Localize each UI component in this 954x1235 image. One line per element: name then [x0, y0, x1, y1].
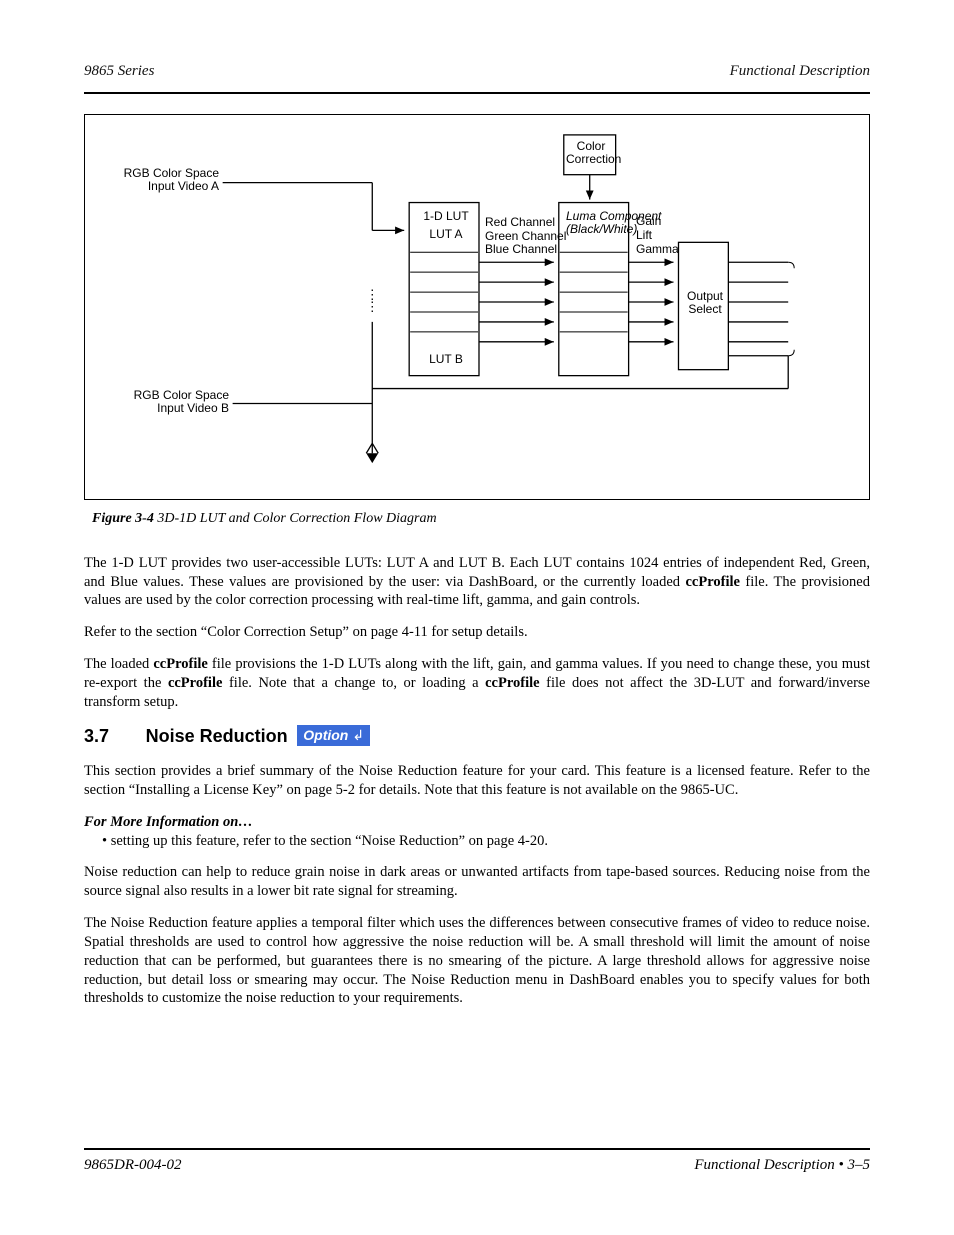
- para-3: The loaded ccProfile file provisions the…: [84, 655, 870, 712]
- page-header: 9865 Series Functional Description: [84, 62, 870, 94]
- label-lut-b: LUT B: [416, 353, 476, 366]
- page-footer: 9865DR-004-02 Functional Description • 3…: [84, 1148, 870, 1176]
- header-left: 9865 Series: [84, 62, 154, 82]
- header-right: Functional Description: [730, 62, 870, 82]
- sec-bullet: • setting up this feature, refer to the …: [102, 832, 870, 851]
- for-more-info: For More Information on…: [84, 813, 870, 832]
- label-output-select: Output Select: [681, 290, 729, 316]
- label-green: Green Channel: [485, 230, 566, 243]
- sec-para-4: The Noise Reduction feature applies a te…: [84, 914, 870, 1008]
- option-label: Option: [303, 727, 348, 743]
- svg-text:⋮: ⋮: [366, 298, 379, 313]
- figure-3-4-diagram: ⋮ ⋮: [84, 114, 870, 500]
- label-lift: Lift: [636, 229, 652, 242]
- footer-left: 9865DR-004-02: [84, 1156, 182, 1176]
- sec-para-3: Noise reduction can help to reduce grain…: [84, 863, 870, 901]
- label-gamma: Gamma: [636, 243, 679, 256]
- label-input-b: RGB Color Space Input Video B: [97, 389, 229, 415]
- option-badge: Option↲: [297, 725, 370, 746]
- label-1d-lut: 1-D LUT: [416, 210, 476, 223]
- label-blue: Blue Channel: [485, 243, 557, 256]
- para-2: Refer to the section “Color Correction S…: [84, 623, 870, 642]
- figure-number: Figure 3-4: [92, 511, 154, 526]
- label-input-a: RGB Color Space Input Video A: [97, 167, 219, 193]
- label-lut-a: LUT A: [416, 228, 476, 241]
- figure-caption: Figure 3-4 3D-1D LUT and Color Correctio…: [92, 510, 870, 528]
- option-arrow-icon: ↲: [352, 727, 364, 743]
- label-color-correction: Color Correction: [566, 140, 616, 166]
- section-number: 3.7: [84, 725, 142, 748]
- sec-para-1: This section provides a brief summary of…: [84, 762, 870, 800]
- label-red: Red Channel: [485, 216, 555, 229]
- footer-right: Functional Description • 3–5: [694, 1156, 870, 1176]
- label-gain: Gain: [636, 215, 661, 228]
- section-3-7-heading: 3.7 Noise Reduction Option↲: [84, 725, 870, 748]
- figure-caption-text: 3D-1D LUT and Color Correction Flow Diag…: [154, 511, 437, 526]
- para-1: The 1-D LUT provides two user-accessible…: [84, 554, 870, 611]
- section-title: Noise Reduction: [146, 726, 288, 746]
